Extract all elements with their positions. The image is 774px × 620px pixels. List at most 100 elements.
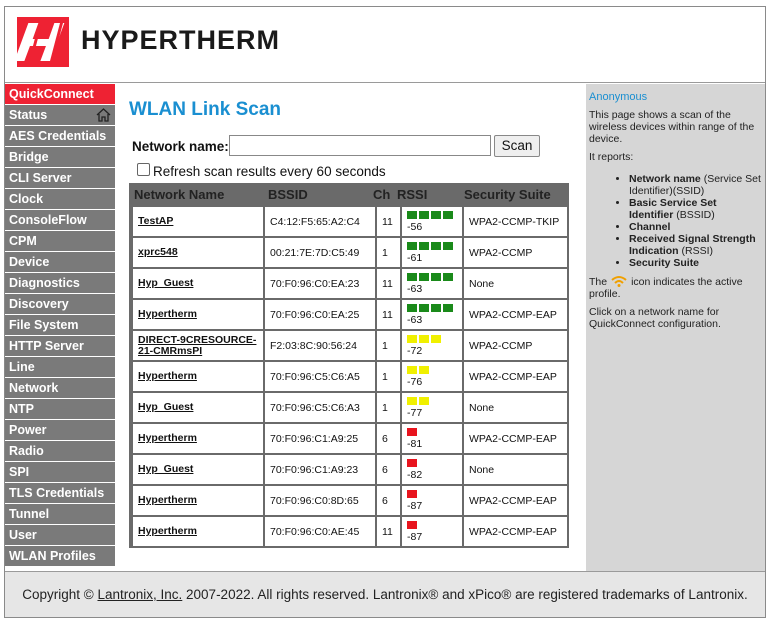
rssi-cell: -63 xyxy=(402,300,462,329)
header: HYPERTHERM xyxy=(5,7,765,83)
rssi-value: -63 xyxy=(407,314,423,326)
sidebar-item-diagnostics[interactable]: Diagnostics xyxy=(5,273,115,293)
network-name-link[interactable]: xprc548 xyxy=(133,238,263,267)
sidebar-item-wlan-profiles[interactable]: WLAN Profiles xyxy=(5,546,115,566)
network-name-link[interactable]: Hypertherm xyxy=(133,424,263,453)
bssid-cell: C4:12:F5:65:A2:C4 xyxy=(265,207,375,236)
rssi-value: -76 xyxy=(407,376,423,388)
network-name-link[interactable]: Hyp_Guest xyxy=(133,393,263,422)
channel-cell: 6 xyxy=(377,486,400,515)
bssid-cell: 70:F0:96:C0:EA:25 xyxy=(265,300,375,329)
sidebar-item-label: Bridge xyxy=(9,150,49,164)
sidebar-item-discovery[interactable]: Discovery xyxy=(5,294,115,314)
signal-bar xyxy=(431,335,441,343)
sidebar-item-user[interactable]: User xyxy=(5,525,115,545)
network-name-link[interactable]: Hyp_Guest xyxy=(133,455,263,484)
bssid-cell: 70:F0:96:C5:C6:A5 xyxy=(265,362,375,391)
sidebar-item-radio[interactable]: Radio xyxy=(5,441,115,461)
column-header-security[interactable]: Security Suite xyxy=(464,187,551,202)
rssi-cell: -82 xyxy=(402,455,462,484)
signal-bar xyxy=(443,242,453,250)
sidebar-item-label: CPM xyxy=(9,234,37,248)
sidebar-item-spi[interactable]: SPI xyxy=(5,462,115,482)
signal-strength-bars xyxy=(407,304,453,313)
rssi-value: -87 xyxy=(407,500,423,512)
sidebar-item-power[interactable]: Power xyxy=(5,420,115,440)
signal-bar xyxy=(407,459,417,467)
sidebar-item-label: AES Credentials xyxy=(9,129,107,143)
lantronix-link[interactable]: Lantronix, Inc. xyxy=(97,587,182,602)
scan-button[interactable]: Scan xyxy=(494,135,540,157)
refresh-checkbox[interactable] xyxy=(137,163,150,176)
help-intro: This page shows a scan of the wireless d… xyxy=(589,109,755,145)
help-icon-note: The icon indicates the active profile. xyxy=(589,275,762,300)
sidebar-item-cli-server[interactable]: CLI Server xyxy=(5,168,115,188)
sidebar-item-status[interactable]: Status xyxy=(5,105,115,125)
network-name-label: Network name: xyxy=(132,139,229,154)
main-content: WLAN Link Scan Network name: Scan Refres… xyxy=(115,84,585,571)
sidebar-item-line[interactable]: Line xyxy=(5,357,115,377)
bssid-cell: 70:F0:96:C0:AE:45 xyxy=(265,517,375,546)
sidebar-item-network[interactable]: Network xyxy=(5,378,115,398)
help-click-note: Click on a network name for QuickConnect… xyxy=(589,306,721,330)
table-row: Hypertherm 70:F0:96:C1:A9:25 6 -81 WPA2-CCMP… xyxy=(131,422,567,453)
security-cell: WPA2-CCMP-EAP xyxy=(464,517,567,546)
table-row: Hypertherm 70:F0:96:C0:EA:25 11 -63 WPA2-CCM… xyxy=(131,298,567,329)
security-cell: WPA2-CCMP xyxy=(464,238,567,267)
sidebar-item-tunnel[interactable]: Tunnel xyxy=(5,504,115,524)
brand-logo-text: HYPERTHERM xyxy=(81,25,281,55)
signal-strength-bars xyxy=(407,366,429,375)
channel-cell: 11 xyxy=(377,300,400,329)
signal-strength-bars xyxy=(407,428,417,437)
network-name-input[interactable] xyxy=(229,135,491,156)
sidebar-item-aes-credentials[interactable]: AES Credentials xyxy=(5,126,115,146)
table-row: Hypertherm 70:F0:96:C5:C6:A5 1 -76 WPA2-CCMP… xyxy=(131,360,567,391)
network-name-link[interactable]: Hyp_Guest xyxy=(133,269,263,298)
network-name-link[interactable]: TestAP xyxy=(133,207,263,236)
column-header-channel[interactable]: Ch xyxy=(373,187,390,202)
network-name-link[interactable]: Hypertherm xyxy=(133,517,263,546)
signal-bar xyxy=(419,273,429,281)
sidebar-item-clock[interactable]: Clock xyxy=(5,189,115,209)
network-name-link[interactable]: Hypertherm xyxy=(133,362,263,391)
bssid-cell: 70:F0:96:C0:EA:23 xyxy=(265,269,375,298)
sidebar-item-tls-credentials[interactable]: TLS Credentials xyxy=(5,483,115,503)
sidebar-item-label: Clock xyxy=(9,192,44,206)
signal-strength-bars xyxy=(407,211,453,220)
home-icon[interactable] xyxy=(96,107,111,122)
network-name-link[interactable]: Hypertherm xyxy=(133,300,263,329)
sidebar-item-device[interactable]: Device xyxy=(5,252,115,272)
sidebar-item-label: CLI Server xyxy=(9,171,72,185)
signal-strength-bars xyxy=(407,397,429,406)
bssid-cell: F2:03:8C:90:56:24 xyxy=(265,331,375,360)
signal-strength-bars xyxy=(407,490,417,499)
current-user-label: Anonymous xyxy=(589,91,648,103)
sidebar-item-label: ConsoleFlow xyxy=(9,213,87,227)
sidebar-item-file-system[interactable]: File System xyxy=(5,315,115,335)
sidebar-item-bridge[interactable]: Bridge xyxy=(5,147,115,167)
network-name-link[interactable]: Hypertherm xyxy=(133,486,263,515)
sidebar-item-label: Line xyxy=(9,360,35,374)
column-header-network-name[interactable]: Network Name xyxy=(134,187,224,202)
column-header-bssid[interactable]: BSSID xyxy=(268,187,308,202)
refresh-label: Refresh scan results every 60 seconds xyxy=(153,164,386,179)
rssi-cell: -56 xyxy=(402,207,462,236)
signal-bar xyxy=(407,242,417,250)
rssi-cell: -72 xyxy=(402,331,462,360)
sidebar-item-http-server[interactable]: HTTP Server xyxy=(5,336,115,356)
column-header-rssi[interactable]: RSSI xyxy=(397,187,427,202)
sidebar-item-cpm[interactable]: CPM xyxy=(5,231,115,251)
help-item-term: Channel xyxy=(629,221,671,233)
sidebar-item-consoleflow[interactable]: ConsoleFlow xyxy=(5,210,115,230)
bssid-cell: 70:F0:96:C5:C6:A3 xyxy=(265,393,375,422)
help-item-term: Security Suite xyxy=(629,257,700,269)
network-name-link[interactable]: DIRECT-9CRESOURCE-21-CMRmsPI xyxy=(133,331,263,360)
signal-bar xyxy=(407,397,417,405)
security-cell: WPA2-CCMP-EAP xyxy=(464,300,567,329)
signal-bar xyxy=(407,490,417,498)
sidebar-item-ntp[interactable]: NTP xyxy=(5,399,115,419)
sidebar-item-quickconnect[interactable]: QuickConnect xyxy=(5,84,115,104)
help-list-item: Received Signal Strength Indication (RSS… xyxy=(629,233,762,257)
signal-strength-bars xyxy=(407,459,417,468)
signal-bar xyxy=(443,304,453,312)
